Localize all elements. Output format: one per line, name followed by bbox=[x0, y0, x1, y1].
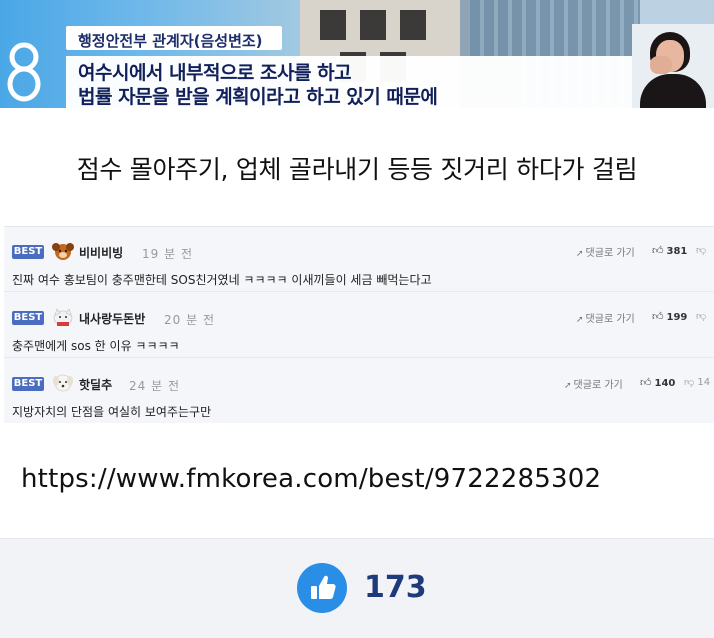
send-arrow-icon: ➚ bbox=[576, 249, 584, 259]
comment-item: BEST 내사랑두돈반 20 분 전 ➚ 댓글로 가기 👍︎ 199 👎︎ 충주맨에… bbox=[4, 291, 714, 358]
comment-time: 24 분 전 bbox=[129, 379, 180, 393]
goto-comment-link[interactable]: ➚ 댓글로 가기 bbox=[576, 244, 635, 259]
comment-nickname[interactable]: 내사랑두돈반 bbox=[79, 310, 145, 327]
comments-section: BEST 비비비빙 19 분 전 ➚ 댓글로 가기 👍︎ 381 👎︎ 진짜 여수 … bbox=[4, 226, 714, 423]
thumbs-up-icon bbox=[311, 575, 336, 599]
dislike-button[interactable]: 👎︎ bbox=[696, 310, 706, 322]
thumbs-down-icon: 👎︎ bbox=[684, 377, 695, 388]
like-button[interactable]: 👍︎ 381 bbox=[652, 244, 687, 257]
speaker-label: 행정안전부 관계자(음성변조) bbox=[78, 32, 263, 50]
comment-nickname[interactable]: 비비비빙 bbox=[79, 244, 123, 261]
subtitle-line-1: 여수시에서 내부적으로 조사를 하고 bbox=[78, 62, 352, 84]
thumbs-down-icon: 👎︎ bbox=[696, 245, 707, 256]
white-dog-avatar-icon bbox=[53, 374, 73, 392]
recommend-count: 173 bbox=[364, 570, 427, 605]
recommend-bar bbox=[0, 538, 714, 638]
thumbs-up-icon: 👍︎ bbox=[652, 244, 664, 257]
recommend-button[interactable] bbox=[297, 563, 347, 613]
thumbs-down-icon: 👎︎ bbox=[696, 311, 707, 322]
goto-comment-link[interactable]: ➚ 댓글로 가기 bbox=[564, 376, 623, 391]
cat-avatar-icon bbox=[53, 308, 73, 326]
best-badge: BEST bbox=[12, 245, 44, 259]
sign-language-interpreter bbox=[632, 24, 714, 108]
comment-time: 19 분 전 bbox=[142, 247, 193, 261]
thumbs-up-icon: 👍︎ bbox=[640, 376, 652, 389]
comment-text: 충주맨에게 sos 한 이유 ㅋㅋㅋㅋ bbox=[12, 339, 180, 353]
best-badge: BEST bbox=[12, 377, 44, 391]
dog-avatar-icon bbox=[52, 243, 74, 260]
thumbs-up-icon: 👍︎ bbox=[652, 310, 664, 323]
send-arrow-icon: ➚ bbox=[576, 315, 584, 325]
subtitle-line-2: 법률 자문을 받을 계획이라고 하고 있기 때문에 bbox=[78, 86, 438, 108]
like-button[interactable]: 👍︎ 140 bbox=[640, 376, 675, 389]
comment-text: 진짜 여수 홍보팀이 충주맨한테 SOS친거였네 ㅋㅋㅋㅋ 이새끼들이 세금 빼… bbox=[12, 273, 432, 287]
best-badge: BEST bbox=[12, 311, 44, 325]
goto-comment-link[interactable]: ➚ 댓글로 가기 bbox=[576, 310, 635, 325]
comment-time: 20 분 전 bbox=[164, 313, 215, 327]
comment-item: BEST 핫딜추 24 분 전 ➚ 댓글로 가기 👍︎ 140 👎︎ 14 지방자치… bbox=[4, 357, 714, 423]
send-arrow-icon: ➚ bbox=[564, 381, 572, 391]
dislike-button[interactable]: 👎︎ 14 bbox=[684, 376, 710, 388]
post-caption: 점수 몰아주기, 업체 골라내기 등등 짓거리 하다가 걸림 bbox=[76, 155, 638, 184]
comment-nickname[interactable]: 핫딜추 bbox=[79, 376, 112, 393]
like-button[interactable]: 👍︎ 199 bbox=[652, 310, 687, 323]
comment-text: 지방자치의 단점을 여실히 보여주는구만 bbox=[12, 405, 212, 419]
channel-logo-icon bbox=[7, 42, 41, 102]
source-link[interactable]: https://www.fmkorea.com/best/9722285302 bbox=[21, 464, 601, 494]
comment-item: BEST 비비비빙 19 분 전 ➚ 댓글로 가기 👍︎ 381 👎︎ 진짜 여수 … bbox=[4, 227, 714, 292]
news-broadcast-image: 행정안전부 관계자(음성변조) 여수시에서 내부적으로 조사를 하고 법률 자문… bbox=[0, 0, 714, 108]
dislike-button[interactable]: 👎︎ bbox=[696, 244, 706, 256]
